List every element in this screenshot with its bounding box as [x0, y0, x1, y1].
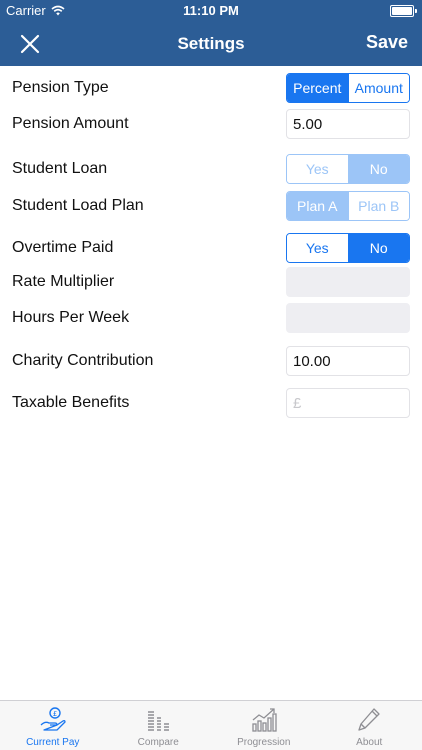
pension-type-segmented-control: Percent Amount — [286, 73, 410, 103]
tab-about-label: About — [356, 737, 383, 748]
pension-type-label: Pension Type — [12, 79, 109, 96]
student-load-plan-label: Student Load Plan — [12, 197, 144, 214]
pencil-icon — [358, 708, 380, 731]
tab-bar: £ Current Pay Compare Progression About — [0, 700, 422, 750]
plan-b-option[interactable]: Plan B — [347, 192, 409, 220]
charity-contribution-input[interactable]: 10.00 — [286, 346, 410, 376]
tab-progression-label: Progression — [237, 737, 291, 748]
pension-amount-input[interactable]: 5.00 — [286, 109, 410, 139]
student-loan-yes-option[interactable]: Yes — [287, 155, 348, 183]
pension-type-amount-option[interactable]: Amount — [347, 74, 409, 102]
plan-a-option[interactable]: Plan A — [287, 192, 348, 220]
hours-per-week-row: Hours Per Week — [0, 300, 422, 336]
student-loan-segmented-control: Yes No — [286, 154, 410, 184]
student-load-plan-segmented-control: Plan A Plan B — [286, 191, 410, 221]
navigation-bar: Settings Save — [0, 22, 422, 66]
tab-compare[interactable]: Compare — [106, 701, 212, 750]
bar-compare-icon — [148, 711, 170, 731]
tab-progression[interactable]: Progression — [211, 701, 317, 750]
tab-compare-label: Compare — [137, 737, 179, 748]
tab-current-pay-label: Current Pay — [26, 737, 80, 748]
taxable-benefits-row: Taxable Benefits £ — [0, 385, 422, 421]
charity-contribution-row: Charity Contribution 10.00 — [0, 343, 422, 379]
save-button[interactable]: Save — [366, 32, 408, 53]
student-loan-label: Student Loan — [12, 160, 108, 177]
overtime-paid-yes-option[interactable]: Yes — [287, 234, 348, 262]
pension-type-percent-option[interactable]: Percent — [287, 74, 348, 102]
student-loan-row: Student Loan Yes No — [0, 151, 422, 187]
overtime-paid-row: Overtime Paid Yes No — [0, 230, 422, 266]
tab-current-pay[interactable]: £ Current Pay — [0, 701, 106, 750]
pension-type-row: Pension Type Percent Amount — [0, 70, 422, 106]
overtime-paid-segmented-control: Yes No — [286, 233, 410, 263]
rate-multiplier-input[interactable] — [286, 267, 410, 297]
student-load-plan-row: Student Load Plan Plan A Plan B — [0, 188, 422, 224]
rate-multiplier-row: Rate Multiplier — [0, 264, 422, 300]
taxable-benefits-label: Taxable Benefits — [12, 394, 130, 411]
pension-amount-row: Pension Amount 5.00 — [0, 106, 422, 142]
status-bar: Carrier 11:10 PM — [0, 0, 422, 22]
tab-about[interactable]: About — [317, 701, 422, 750]
hand-coin-icon: £ — [40, 707, 66, 731]
hours-per-week-label: Hours Per Week — [12, 309, 130, 326]
pension-amount-label: Pension Amount — [12, 115, 129, 132]
battery-icon — [390, 5, 417, 17]
taxable-benefits-input[interactable]: £ — [286, 388, 410, 418]
taxable-benefits-placeholder: £ — [293, 394, 302, 412]
rate-multiplier-label: Rate Multiplier — [12, 273, 115, 290]
trend-chart-icon — [252, 708, 277, 732]
overtime-paid-label: Overtime Paid — [12, 239, 114, 256]
status-time: 11:10 PM — [183, 3, 239, 18]
svg-text:£: £ — [53, 710, 57, 718]
hours-per-week-input[interactable] — [286, 303, 410, 333]
charity-contribution-label: Charity Contribution — [12, 352, 154, 369]
page-title: Settings — [177, 34, 245, 53]
student-loan-no-option[interactable]: No — [347, 155, 409, 183]
overtime-paid-no-option[interactable]: No — [347, 234, 409, 262]
